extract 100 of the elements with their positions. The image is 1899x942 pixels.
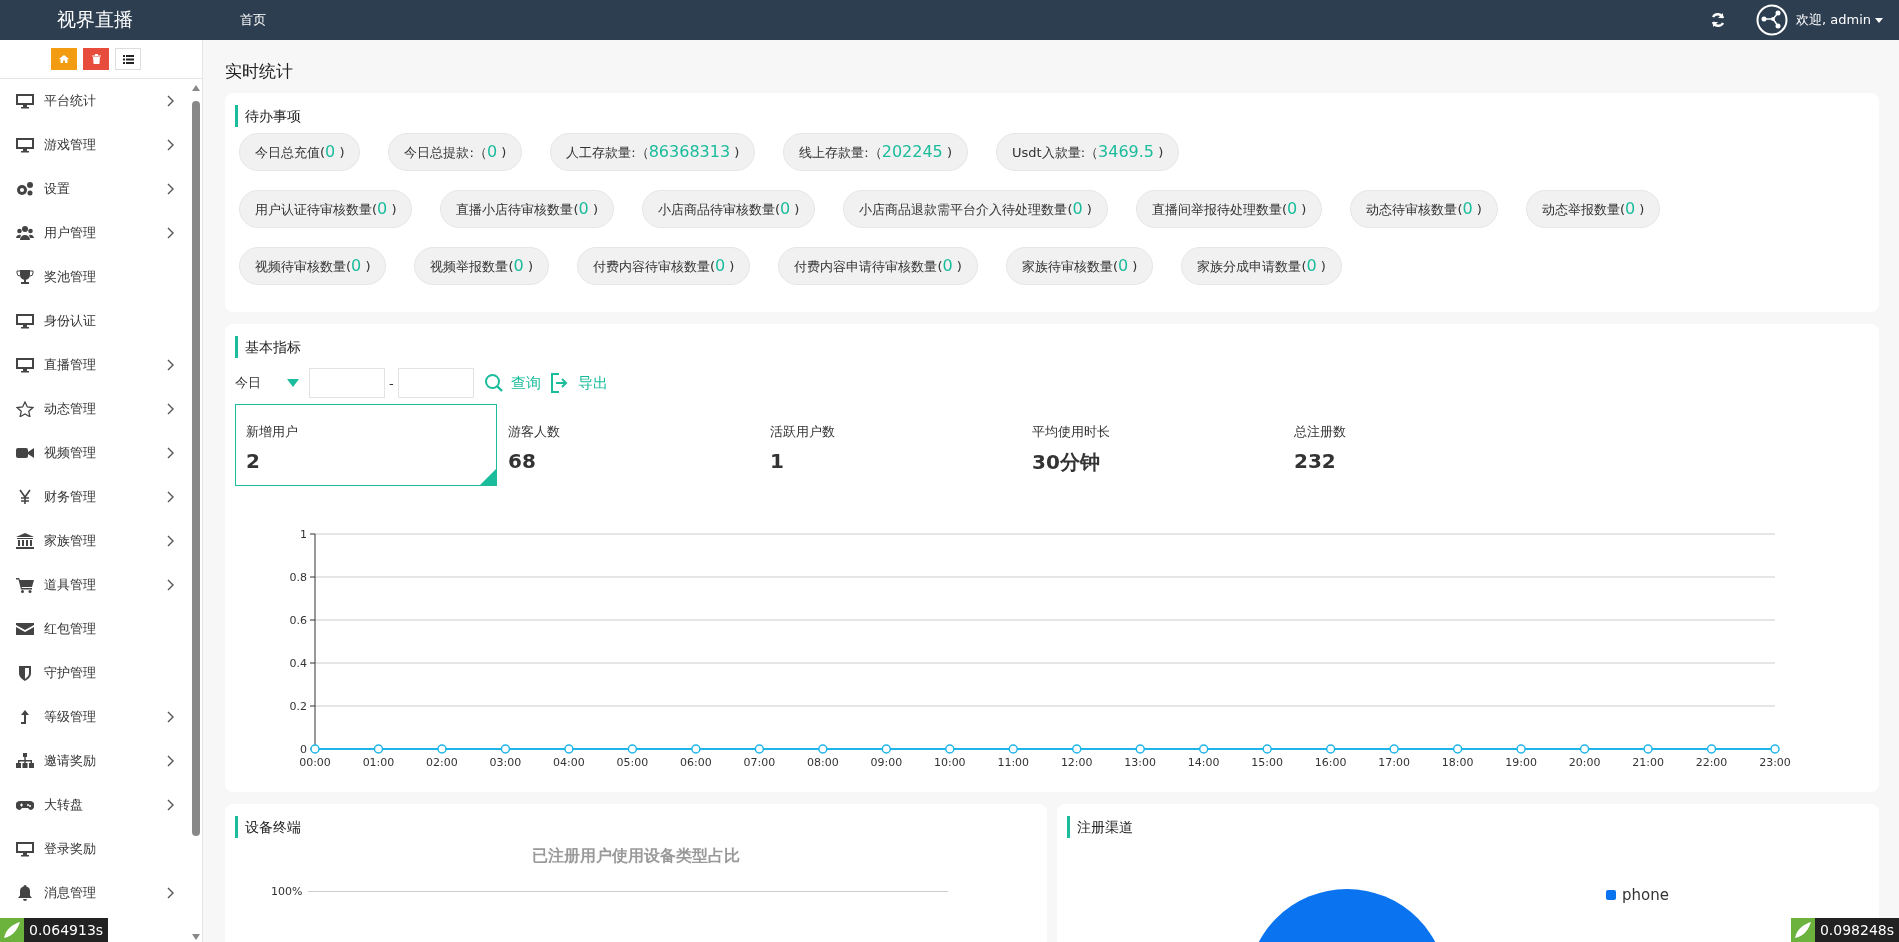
sidebar-item[interactable]: 视频管理 [0,431,190,475]
data-point [373,744,384,754]
data-point [1452,744,1463,754]
metric-card[interactable]: 新增用户 2 [235,404,497,486]
metric-card[interactable]: 平均使用时长 30分钟 [1021,404,1283,486]
trophy-icon [16,269,34,285]
count-pill[interactable]: 直播间举报待处理数量(0 ) [1135,190,1323,228]
count-pill[interactable]: 付费内容待审核数量(0 ) [576,247,751,285]
data-point [1325,744,1336,754]
sidebar-item[interactable]: 设置 [0,167,190,211]
bell-icon [16,885,34,901]
data-point [691,744,701,754]
section-title: 注册渠道 [1067,816,1869,838]
axis-tick-label: 12:00 [1060,756,1093,769]
data-point [1198,744,1209,754]
count-pill[interactable]: 家族分成申请数量(0 ) [1181,247,1342,285]
data-point [564,744,574,754]
monitor-icon [16,313,34,329]
metric-card[interactable]: 总注册数 232 [1283,404,1545,486]
count-pill[interactable]: 人工存款量:（86368313 ) [550,133,756,171]
start-date-field[interactable] [309,368,385,398]
sidebar-item[interactable]: 消息管理 [0,871,190,915]
axis-tick-label: 00:00 [299,756,331,769]
count-pill[interactable]: 线上存款量:（202245 ) [783,133,968,171]
axis-tick-label: 0.4 [289,657,307,670]
data-point [754,744,765,754]
sidebar-item[interactable]: 奖池管理 [0,255,190,299]
axis-tick-label: 23:00 [1759,756,1791,769]
sidebar-item[interactable]: 等级管理 [0,695,190,739]
metric-card[interactable]: 活跃用户数 1 [759,404,1021,486]
data-point [627,744,638,754]
delete-button[interactable] [83,48,109,70]
count-pill[interactable]: 动态举报数量(0 ) [1525,190,1661,228]
count-pill[interactable]: 直播小店待审核数量(0 ) [440,190,614,228]
count-pill[interactable]: 用户认证待审核数量(0 ) [239,190,413,228]
users-icon [16,225,34,241]
axis-tick-label: 09:00 [870,756,903,769]
axis-tick-label: 14:00 [1187,756,1220,769]
sidebar-item[interactable]: 游戏管理 [0,123,190,167]
data-point [1643,744,1653,754]
sidebar-item[interactable]: 动态管理 [0,387,190,431]
sidebar-item[interactable]: 平台统计 [0,79,190,123]
axis-tick-label: 0 [300,743,307,756]
chart-title: 已注册用户使用设备类型占比 [531,846,741,867]
axis-tick-label: 20:00 [1568,756,1601,769]
end-date-field[interactable] [397,368,474,398]
axis-tick-label: 07:00 [743,756,776,769]
app-logo[interactable]: 视界直播 [0,7,210,33]
axis-tick-label: 02:00 [426,756,458,769]
avatar-icon[interactable] [1756,4,1788,36]
data-point [1516,744,1526,754]
count-pill[interactable]: 今日总充值(0 ) [239,133,361,171]
count-pill[interactable]: 付费内容申请待审核数量(0 ) [778,247,978,285]
data-point [310,744,320,754]
video-icon [16,445,34,461]
nav-link[interactable]: 首页 [240,11,266,29]
legend-label: phone [1622,886,1669,904]
sidebar-item[interactable]: 守护管理 [0,651,190,695]
count-pill[interactable]: Usdt入款量:（3469.5 ) [996,133,1180,171]
section-title: 待办事项 [235,105,1869,127]
axis-tick-label: 03:00 [489,756,522,769]
star-icon [16,401,34,417]
count-pill[interactable]: 小店商品待审核数量(0 ) [641,190,816,228]
sidebar-item[interactable]: 直播管理 [0,343,190,387]
axis-tick-label: 0.2 [289,700,307,713]
home-icon [59,54,69,64]
monitor-icon [16,137,34,153]
period-select[interactable]: 今日 [235,374,309,392]
axis-tick-label: 1 [300,528,307,541]
sidebar-item[interactable]: 登录奖励 [0,827,190,871]
count-pill[interactable]: 动态待审核数量(0 ) [1350,190,1498,228]
count-pill[interactable]: 家族待审核数量(0 ) [1005,247,1154,285]
axis-tick-label: 18:00 [1441,756,1474,769]
axis-tick-label: 0.8 [289,571,307,584]
axis-tick-label: 100% [271,885,303,898]
mail-icon [16,621,34,637]
sidebar-item[interactable]: 财务管理 [0,475,190,519]
refresh-icon[interactable] [1710,12,1726,28]
count-pill[interactable]: 视频举报数量(0 ) [414,247,549,285]
sidebar-item[interactable]: 邀请奖励 [0,739,190,783]
sidebar-item[interactable]: 红包管理 [0,607,190,651]
user-menu[interactable]: 欢迎, admin [1796,11,1883,29]
list-icon [122,54,134,64]
monitor-icon [16,93,34,109]
home-button[interactable] [51,48,77,70]
count-pill[interactable]: 今日总提款:（0 ) [388,133,523,171]
sidebar-item[interactable]: 家族管理 [0,519,190,563]
axis-tick-label: 01:00 [362,756,395,769]
sidebar-item[interactable]: 身份认证 [0,299,190,343]
sidebar-item[interactable]: 大转盘 [0,783,190,827]
timing-badge: 0.098248s [1814,918,1899,942]
sidebar-item[interactable]: 用户管理 [0,211,190,255]
count-pill[interactable]: 视频待审核数量(0 ) [239,247,387,285]
axis-tick-label: 13:00 [1124,756,1157,769]
sidebar-item[interactable]: 道具管理 [0,563,190,607]
axis-tick-label: 05:00 [616,756,649,769]
gear-icon [16,181,34,197]
list-button[interactable] [115,48,141,70]
count-pill[interactable]: 小店商品退款需平台介入待处理数量(0 ) [843,190,1108,228]
metric-card[interactable]: 游客人数 68 [497,404,759,486]
